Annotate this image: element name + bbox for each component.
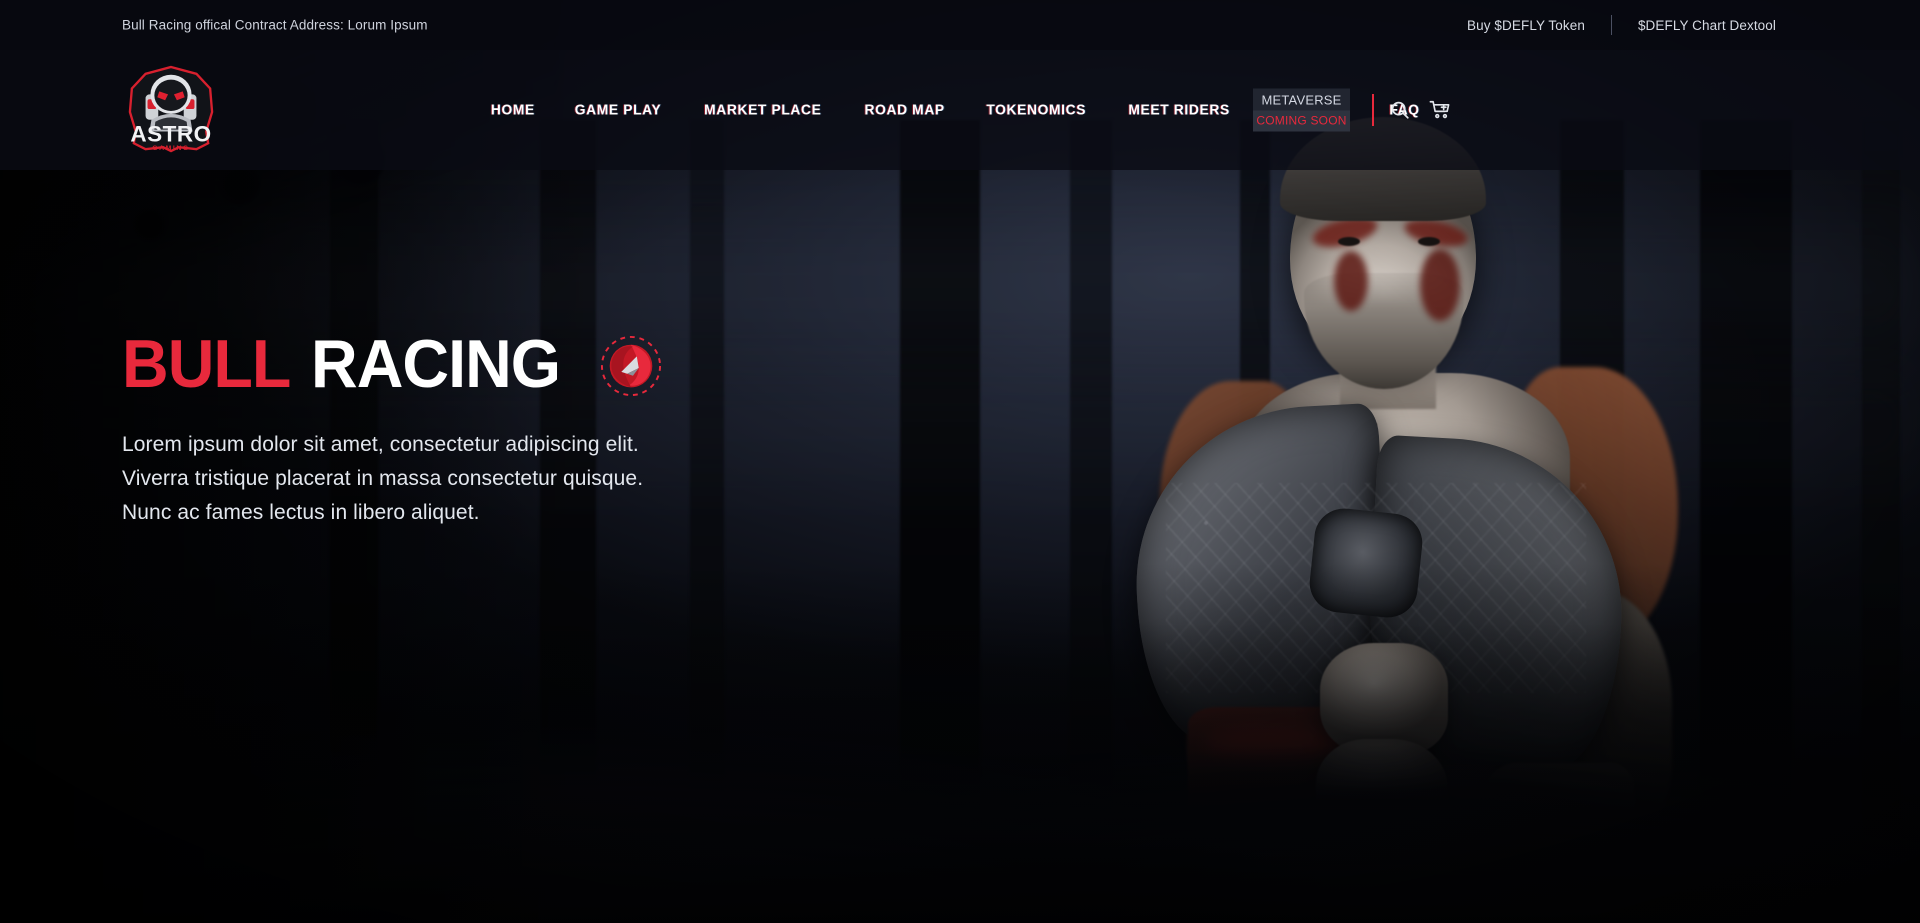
cart-add-icon [1429, 100, 1450, 119]
nav-item-meet-riders[interactable]: MEET RIDERS [1113, 102, 1246, 119]
nav-item-game-play[interactable]: GAME PLAY [559, 102, 677, 119]
nav-item-tokenomics[interactable]: TOKENOMICS [970, 102, 1101, 119]
bull-racing-emblem [600, 335, 662, 397]
nav-item-market-place[interactable]: MARKET PLACE [688, 102, 837, 119]
search-icon [1391, 101, 1409, 119]
nav-item-home[interactable]: HOME [475, 102, 550, 119]
hero-content: BULL RACING Lorem ipsum dolor sit amet, … [122, 330, 882, 530]
top-announcement-bar: Bull Racing offical Contract Address: Lo… [0, 0, 1920, 50]
site-header: ASTRO GAMING HOME GAME PLAY MARKET PLACE… [0, 50, 1920, 170]
hero-title-accent: BULL [122, 326, 291, 402]
defly-chart-dextool-link[interactable]: $DEFLY Chart Dextool [1612, 18, 1802, 33]
hero-description: Lorem ipsum dolor sit amet, consectetur … [122, 428, 882, 530]
hero-description-line: Lorem ipsum dolor sit amet, consectetur … [122, 433, 639, 456]
header-divider [1372, 94, 1374, 126]
topbar-links: Buy $DEFLY Token $DEFLY Chart Dextool [1441, 15, 1802, 35]
cart-button[interactable] [1425, 95, 1455, 125]
nav-item-road-map[interactable]: ROAD MAP [848, 102, 960, 119]
astro-gaming-logo[interactable]: ASTRO GAMING [122, 65, 220, 155]
metaverse-badge-title: METAVERSE [1253, 88, 1350, 111]
metaverse-badge[interactable]: METAVERSE COMING SOON [1253, 88, 1350, 132]
hero-description-line: Nunc ac fames lectus in libero aliquet. [122, 501, 480, 525]
svg-text:GAMING: GAMING [152, 145, 189, 152]
page-root: Bull Racing offical Contract Address: Lo… [0, 0, 1920, 923]
hero-description-line: Viverra tristique placerat in massa cons… [122, 467, 644, 491]
search-button[interactable] [1385, 95, 1415, 125]
hero-title-main: RACING [311, 326, 561, 402]
contract-address-text: Bull Racing offical Contract Address: Lo… [122, 17, 428, 33]
buy-defly-token-link[interactable]: Buy $DEFLY Token [1441, 18, 1611, 33]
hero-title: BULL RACING [122, 330, 882, 398]
metaverse-badge-status: COMING SOON [1253, 110, 1350, 132]
svg-text:ASTRO: ASTRO [130, 121, 211, 146]
